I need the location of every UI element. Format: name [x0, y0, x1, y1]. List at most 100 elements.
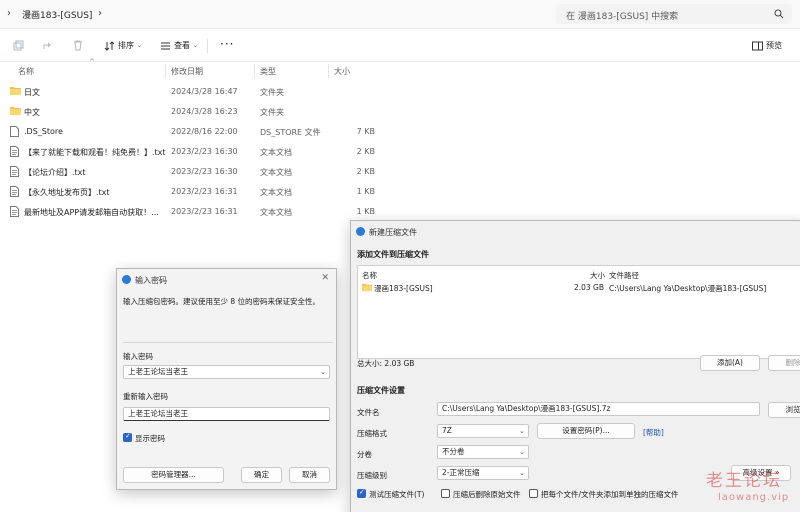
dialog-title: 新建压缩文件 — [369, 228, 417, 237]
sort-ascending-icon: ^ — [89, 58, 95, 66]
file-row[interactable]: 【来了就能下载和观看！纯免费！】.txt 2023/2/23 16:30 文本文… — [0, 142, 800, 162]
column-divider[interactable] — [328, 64, 329, 78]
add-button[interactable]: 添加(A) — [700, 355, 760, 371]
file-size: 1 KB — [356, 187, 375, 196]
file-row[interactable]: 日文 2024/3/28 16:47 文件夹 — [0, 82, 800, 102]
show-password-checkbox[interactable] — [123, 432, 132, 442]
watermark-url: laowang.vip — [718, 492, 790, 503]
chevron-down-icon: ⌄ — [519, 469, 525, 477]
view-icon — [160, 41, 171, 51]
format-select[interactable]: 7Z ⌄ — [437, 424, 529, 438]
more-options-icon[interactable]: ··· — [220, 37, 234, 51]
preview-pane-button[interactable]: 预览 — [752, 40, 782, 51]
file-row[interactable]: 【论坛介绍】.txt 2023/2/23 16:30 文本文档 2 KB — [0, 162, 800, 182]
view-button[interactable]: 查看 ⌄ — [160, 40, 198, 51]
test-archive-checkbox[interactable] — [357, 488, 366, 498]
file-date: 2023/2/23 16:30 — [171, 147, 238, 156]
column-divider[interactable] — [165, 64, 166, 78]
file-date: 2023/2/23 16:31 — [171, 207, 238, 216]
close-icon[interactable]: ✕ — [321, 273, 329, 283]
file-date: 2024/3/28 16:23 — [171, 107, 238, 116]
file-date: 2023/2/23 16:30 — [171, 167, 238, 176]
split-label: 分卷 — [357, 450, 372, 459]
file-row[interactable]: 最新地址及APP请发邮箱自动获取！... 2023/2/23 16:31 文本文… — [0, 202, 800, 222]
file-name: .DS_Store — [24, 127, 63, 136]
preview-pane-icon — [752, 41, 763, 51]
text-file-icon — [10, 166, 19, 177]
ok-button[interactable]: 确定 — [241, 467, 282, 483]
column-divider[interactable] — [254, 64, 255, 78]
column-header-type[interactable]: 类型 — [260, 66, 276, 77]
search-icon[interactable] — [774, 9, 784, 19]
copy-icon[interactable] — [13, 40, 24, 51]
file-row[interactable]: 【永久地址发布页】.txt 2023/2/23 16:31 文本文档 1 KB — [0, 182, 800, 202]
file-date: 2023/2/23 16:31 — [171, 187, 238, 196]
separate-archives-label[interactable]: 把每个文件/文件夹添加到单独的压缩文件 — [541, 489, 679, 500]
file-size: 2 KB — [356, 147, 375, 156]
add-files-section-title: 添加文件到压缩文件 — [357, 250, 429, 259]
file-row[interactable]: 中文 2024/3/28 16:23 文件夹 — [0, 102, 800, 122]
delete-button[interactable]: 删除 — [768, 355, 800, 371]
password-label: 输入密码 — [123, 352, 153, 361]
file-type: 文本文档 — [260, 168, 292, 177]
folder-icon — [362, 283, 372, 292]
browse-button[interactable]: 浏览 — [768, 402, 800, 418]
total-size: 总大小: 2.03 GB — [357, 359, 415, 368]
level-label: 压缩级别 — [357, 471, 387, 480]
file-list[interactable]: 名称 大小 文件路径 漫画183-[GSUS] 2.03 GB C:\Users… — [357, 265, 800, 359]
delete-icon[interactable] — [73, 40, 83, 51]
folder-icon — [10, 86, 21, 96]
list-header-size[interactable]: 大小 — [590, 270, 605, 281]
chevron-right-icon[interactable]: › — [98, 8, 102, 19]
confirm-password-input[interactable]: 上老王论坛当老王 — [123, 407, 330, 421]
list-header-path[interactable]: 文件路径 — [609, 270, 639, 281]
file-size: 1 KB — [356, 207, 375, 216]
address-bar: › 漫画183-[GSUS] › 在 漫画183-[GSUS] 中搜索 — [0, 0, 800, 29]
delete-after-label[interactable]: 压缩后删除原始文件 — [453, 489, 521, 500]
chevron-down-icon: ⌄ — [519, 427, 525, 435]
search-placeholder: 在 漫画183-[GSUS] 中搜索 — [566, 12, 679, 22]
text-file-icon — [10, 186, 19, 197]
file-date: 2022/8/16 22:00 — [171, 127, 238, 136]
delete-after-checkbox[interactable] — [441, 489, 450, 498]
column-header-size[interactable]: 大小 — [334, 66, 350, 77]
help-link[interactable]: [帮助] — [643, 427, 664, 438]
file-type: 文本文档 — [260, 208, 292, 217]
breadcrumb-folder[interactable]: 漫画183-[GSUS] — [22, 8, 92, 21]
cancel-button[interactable]: 取消 — [289, 467, 330, 483]
file-type: DS_STORE 文件 — [260, 128, 321, 137]
dialog-title: 输入密码 — [135, 276, 167, 285]
file-date: 2024/3/28 16:47 — [171, 87, 238, 96]
file-size: 2 KB — [356, 167, 375, 176]
set-password-button[interactable]: 设置密码(P)... — [537, 423, 635, 439]
chevron-right-icon[interactable]: › — [7, 8, 11, 19]
level-select[interactable]: 2-正常压缩 ⌄ — [437, 466, 529, 480]
share-icon[interactable] — [42, 40, 53, 51]
password-input[interactable]: 上老王论坛当老王 ⌄ — [123, 365, 330, 379]
file-icon — [10, 126, 19, 137]
password-value: 上老王论坛当老王 — [128, 367, 188, 376]
password-manager-button[interactable]: 密码管理器... — [123, 467, 224, 483]
sort-button[interactable]: 排序 ⌄ — [104, 40, 142, 51]
file-name: 中文 — [24, 108, 40, 117]
list-header-name[interactable]: 名称 — [362, 270, 377, 281]
chevron-down-icon: ⌄ — [519, 448, 525, 456]
separate-archives-checkbox[interactable] — [529, 489, 538, 498]
show-password-label[interactable]: 显示密码 — [135, 433, 165, 444]
column-header-date[interactable]: 修改日期 — [171, 66, 203, 77]
chevron-down-icon: ⌄ — [137, 42, 143, 49]
command-bar: 排序 ⌄ 查看 ⌄ ··· 预览 — [0, 30, 800, 62]
split-value: 不分卷 — [442, 447, 465, 456]
split-select[interactable]: 不分卷 ⌄ — [437, 445, 529, 459]
filename-input[interactable]: C:\Users\Lang Ya\Desktop\漫画183-[GSUS].7z — [437, 402, 760, 416]
file-row[interactable]: .DS_Store 2022/8/16 22:00 DS_STORE 文件 7 … — [0, 122, 800, 142]
file-name: 【永久地址发布页】.txt — [24, 188, 110, 197]
list-item-size: 2.03 GB — [573, 283, 604, 292]
chevron-down-icon[interactable]: ⌄ — [320, 366, 326, 378]
app-logo-icon — [122, 275, 131, 284]
column-header-name[interactable]: 名称 — [18, 66, 34, 77]
test-archive-label[interactable]: 测试压缩文件(T) — [369, 489, 424, 500]
level-value: 2-正常压缩 — [442, 468, 480, 477]
search-input[interactable]: 在 漫画183-[GSUS] 中搜索 — [556, 4, 792, 24]
filename-label: 文件名 — [357, 408, 380, 417]
